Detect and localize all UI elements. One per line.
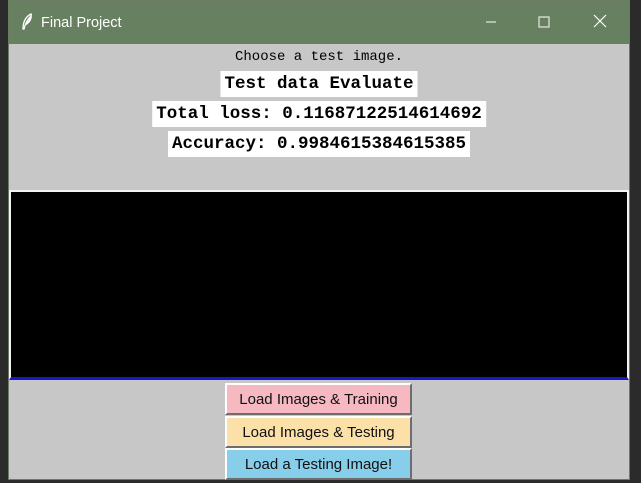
content-area: Choose a test image. Test data Evaluate …	[9, 44, 629, 480]
load-images-testing-button[interactable]: Load Images & Testing	[225, 416, 412, 448]
minimize-icon	[485, 13, 497, 32]
maximize-icon	[538, 13, 550, 32]
background-editor-left	[0, 0, 8, 483]
title-bar[interactable]: Final Project	[9, 1, 629, 44]
close-button[interactable]	[577, 1, 623, 44]
evaluation-heading: Test data Evaluate	[220, 71, 418, 97]
maximize-button[interactable]	[521, 1, 567, 44]
load-images-training-button[interactable]: Load Images & Training	[225, 383, 412, 415]
window-title: Final Project	[41, 15, 122, 31]
load-testing-image-button[interactable]: Load a Testing Image!	[225, 448, 412, 480]
image-display-panel	[9, 190, 629, 380]
total-loss-label: Total loss: 0.11687122514614692	[152, 101, 486, 127]
background-editor-right	[629, 0, 641, 483]
prompt-label: Choose a test image.	[234, 49, 404, 65]
close-icon	[593, 13, 607, 32]
accuracy-label: Accuracy: 0.9984615384615385	[167, 131, 471, 157]
feather-icon	[21, 13, 33, 31]
minimize-button[interactable]	[468, 1, 514, 44]
app-window: Final Project Choose a test image. Test …	[8, 0, 630, 480]
